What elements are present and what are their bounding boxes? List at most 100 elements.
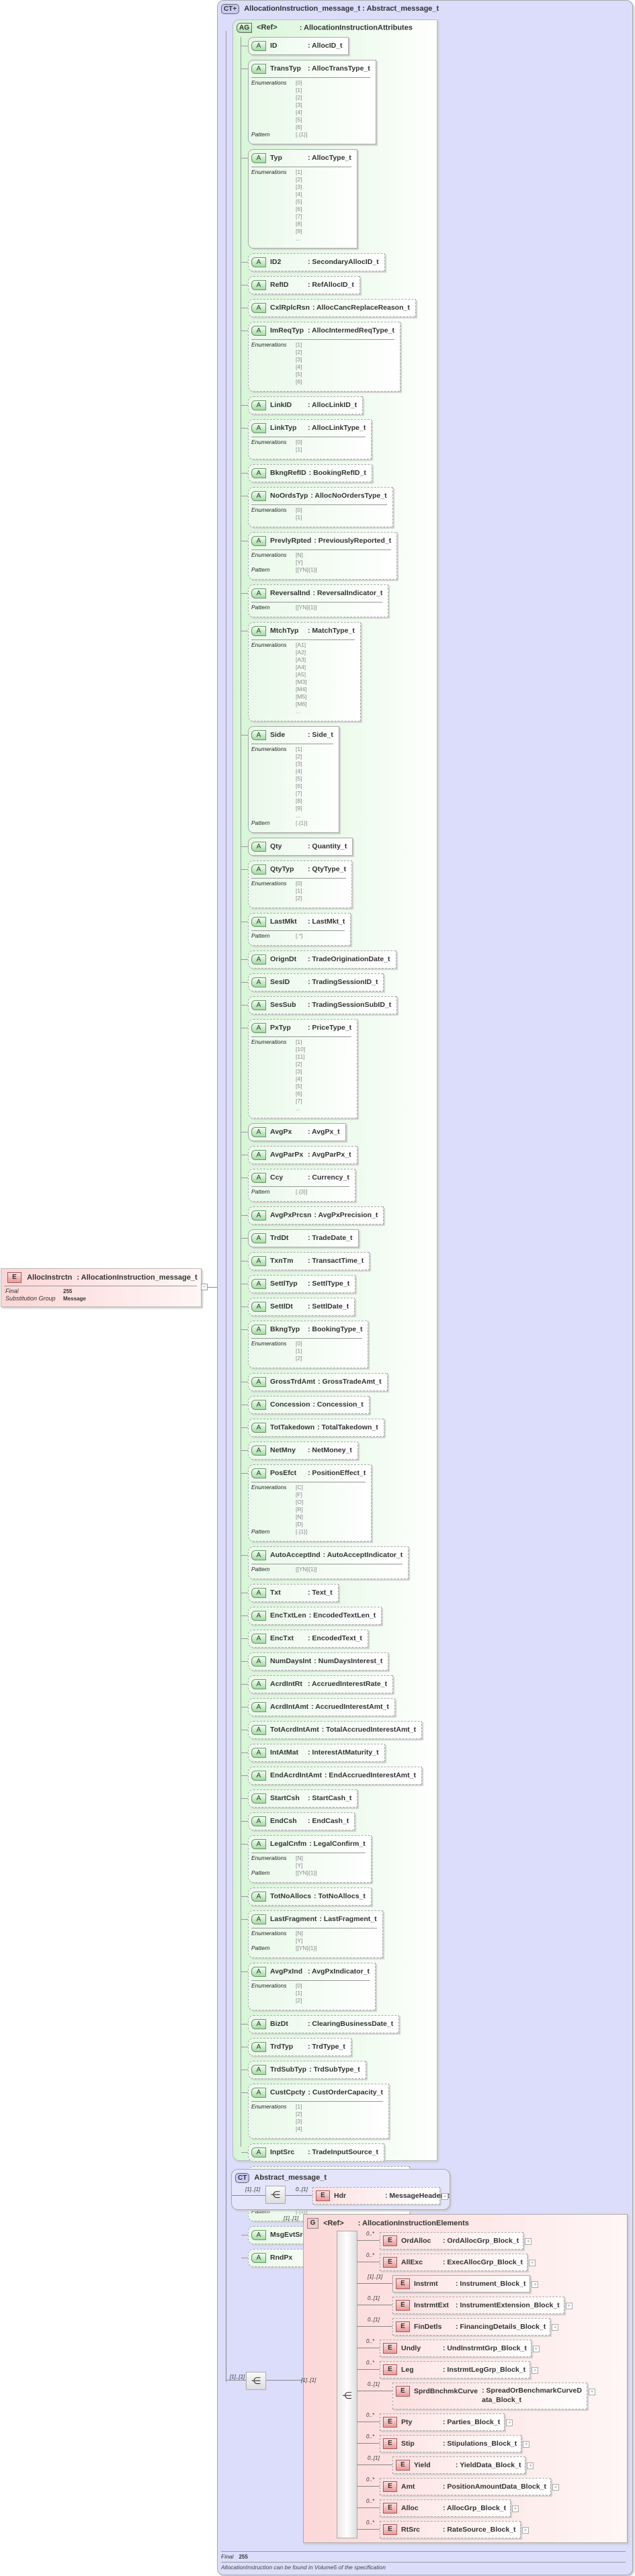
expand-icon[interactable]: + (441, 2193, 448, 2200)
expand-icon[interactable]: + (589, 2389, 596, 2395)
attribute-ccy[interactable]: A Ccy: Currency_t Pattern [.{3}] (241, 1169, 355, 1202)
expand-icon[interactable]: + (523, 2441, 530, 2448)
element-hdr[interactable]: E Hdr: MessageHeader_t + (312, 2187, 450, 2205)
attribute-endcsh[interactable]: A EndCsh: EndCash_t (241, 1812, 355, 1830)
attribute-lastfragment[interactable]: A LastFragment: LastFragment_t Enumeration… (241, 1910, 383, 1958)
attribute-settltyp[interactable]: A SettlTyp: SettlType_t (241, 1275, 356, 1293)
attribute-trddt[interactable]: A TrdDt: TradeDate_t (241, 1229, 359, 1247)
element-yield[interactable]: E Yield: YieldData_Block_t + (392, 2456, 534, 2474)
attribute-txt[interactable]: A Txt: Text_t (241, 1584, 339, 1602)
attribute-netmny[interactable]: A NetMny: NetMoney_t (241, 1441, 358, 1460)
element-allexc[interactable]: E AllExc: ExecAllocGrp_Block_t + (380, 2254, 536, 2271)
attribute-noordstyp[interactable]: A NoOrdsTyp: AllocNoOrdersType_t Enumerati… (241, 487, 393, 527)
attribute-bkngtyp[interactable]: A BkngTyp: BookingType_t Enumerations [0] [1… (241, 1321, 369, 1368)
attribute-avgpx[interactable]: A AvgPx: AvgPx_t (241, 1123, 346, 1141)
element-instrmtext[interactable]: E InstrmtExt: InstrumentExtension_Block_t… (392, 2297, 573, 2314)
attribute-trdtyp[interactable]: A TrdTyp: TrdType_t (241, 2038, 351, 2056)
attribute-autoacceptind[interactable]: A AutoAcceptInd: AutoAcceptIndicator_t Pat… (241, 1546, 409, 1579)
attribute-intatmat[interactable]: A IntAtMat: InterestAtMaturity_t (241, 1744, 385, 1762)
attribute-enctxt[interactable]: A EncTxt: EncodedText_t (241, 1630, 368, 1648)
outer-sequence-icon[interactable]: ⋲ (246, 2372, 266, 2390)
enumeration-values: [0] [1] (296, 439, 302, 453)
attribute-origndt[interactable]: A OrignDt: TradeOriginationDate_t (241, 950, 396, 969)
attribute-trdsubtyp[interactable]: A TrdSubTyp: TrdSubType_t (241, 2061, 366, 2079)
attribute-inptsrc[interactable]: A InptSrc: TradeInputSource_t (241, 2143, 385, 2162)
element-alloc[interactable]: E Alloc: AllocGrp_Block_t + (380, 2499, 519, 2517)
attribute-transtyp[interactable]: A TransTyp: AllocTransType_t Enumerations [… (241, 60, 376, 144)
expand-icon[interactable]: + (552, 2484, 560, 2491)
attribute-legalcnfm[interactable]: A LegalCnfm: LegalConfirm_t Enumerations [N… (241, 1835, 372, 1883)
element-findetls[interactable]: E FinDetls: FinancingDetails_Block_t + (392, 2318, 559, 2336)
expand-icon[interactable]: + (532, 2367, 539, 2374)
expand-icon[interactable]: + (529, 2260, 536, 2266)
attribute-imreqtyp[interactable]: A ImReqTyp: AllocIntermedReqType_t Enumera… (241, 322, 400, 392)
attribute-avgparpx[interactable]: A AvgParPx: AvgParPx_t (241, 1146, 357, 1164)
attribute-bizdt[interactable]: A BizDt: ClearingBusinessDate_t (241, 2015, 400, 2033)
attribute-tottakedown[interactable]: A TotTakedown: TotalTakedown_t (241, 1419, 384, 1437)
group-allocation-instruction-elements[interactable]: G <Ref> : AllocationInstructionElements … (301, 2214, 628, 2543)
group-sequence[interactable]: ⋲ (337, 2231, 357, 2538)
expand-icon[interactable]: + (506, 2419, 513, 2426)
attribute-bkngrefid[interactable]: A BkngRefID: BookingRefID_t (241, 464, 372, 482)
attribute-sesid[interactable]: A SesID: TradingSessionID_t (241, 973, 384, 991)
attribute-txntm[interactable]: A TxnTm: TransactTime_t (241, 1252, 370, 1270)
attribute-refid[interactable]: A RefID: RefAllocID_t (241, 276, 360, 294)
attribute-type: : AccruedInterestRate_t (308, 1680, 388, 1689)
element-pty[interactable]: E Pty: Parties_Block_t + (380, 2413, 513, 2431)
element-undly[interactable]: E Undly: UndInstrmtGrp_Block_t + (380, 2340, 540, 2357)
element-instrmt[interactable]: E Instrmt: Instrument_Block_t + (392, 2275, 539, 2293)
expand-icon[interactable]: + (512, 2505, 519, 2512)
attribute-custcpcty[interactable]: A CustCpcty: CustOrderCapacity_t Enumerati… (241, 2084, 389, 2139)
complex-type-abstract-message[interactable]: CT Abstract_message_t [1]..[1] ⋲ 0..[1] … (231, 2169, 450, 2210)
attribute-id[interactable]: A ID: AllocID_t (241, 37, 349, 55)
element-leg[interactable]: E Leg: InstrmtLegGrp_Block_t + (380, 2361, 539, 2379)
attribute-grosstrdamt[interactable]: A GrossTrdAmt: GrossTradeAmt_t (241, 1373, 388, 1391)
attribute-acrdintamt[interactable]: A AcrdIntAmt: AccruedInterestAmt_t (241, 1698, 395, 1716)
attribute-acrdintrt[interactable]: A AcrdIntRt: AccruedInterestRate_t (241, 1675, 394, 1693)
element-stip[interactable]: E Stip: Stipulations_Block_t + (380, 2435, 530, 2452)
attribute-avgpxprcsn[interactable]: A AvgPxPrcsn: AvgPxPrecision_t (241, 1206, 384, 1225)
attribute-side[interactable]: A Side: Side_t Enumerations [1] [2] [3] [4] [5]… (241, 726, 339, 833)
attribute-settldt[interactable]: A SettlDt: SettlDate_t (241, 1298, 355, 1316)
expand-icon[interactable]: + (521, 2527, 529, 2534)
attribute-lastmkt[interactable]: A LastMkt: LastMkt_t Pattern [.*] (241, 913, 351, 946)
attribute-pxtyp[interactable]: A PxTyp: PriceType_t Enumerations [1] [10] [1… (241, 1019, 358, 1118)
attribute-endacrdintamt[interactable]: A EndAcrdIntAmt: EndAccruedInterestAmt_t (241, 1767, 422, 1785)
attribute-concession[interactable]: A Concession: Concession_t (241, 1396, 370, 1414)
attribute-id2[interactable]: A ID2: SecondaryAllocID_t (241, 253, 385, 271)
element-sprdbnchmkcurve[interactable]: E SprdBnchmkCurve: SpreadOrBenchmarkCurve… (392, 2383, 596, 2409)
attribute-startcsh[interactable]: A StartCsh: StartCash_t (241, 1789, 358, 1808)
collapse-toggle-icon[interactable]: − (201, 1284, 208, 1290)
expand-icon[interactable]: + (527, 2462, 534, 2469)
attribute-linkid[interactable]: A LinkID: AllocLinkID_t (241, 396, 364, 414)
expand-icon[interactable]: + (532, 2346, 540, 2352)
attribute-prevlyrpted[interactable]: A PrevlyRpted: PreviouslyReported_t Enumer… (241, 532, 398, 580)
attribute-qtytyp[interactable]: A QtyTyp: QtyType_t Enumerations [0] [1] [2] (241, 860, 352, 908)
attribute-sessub[interactable]: A SesSub: TradingSessionSubID_t (241, 996, 398, 1014)
root-element-allocinstrctn[interactable]: E AllocInstrctn : AllocationInstruction_… (1, 1268, 202, 1307)
element-amt[interactable]: E Amt: PositionAmountData_Block_t + (380, 2478, 560, 2495)
expand-icon[interactable]: + (525, 2238, 532, 2245)
attribute-totnoallocs[interactable]: A TotNoAllocs: TotNoAllocs_t (241, 1887, 372, 1906)
attribute-avgpxind[interactable]: A AvgPxInd: AvgPxIndicator_t Enumerations [… (241, 1963, 376, 2010)
expand-icon[interactable]: + (532, 2281, 539, 2288)
attribute-posefct[interactable]: A PosEfct: PositionEffect_t Enumerations [C… (241, 1464, 372, 1542)
attribute-mtchtyp[interactable]: A MtchTyp: MatchType_t Enumerations [A1] [A2… (241, 622, 361, 721)
enumeration-value: [7] (296, 790, 302, 797)
attribute-reversalind[interactable]: A ReversalInd: ReversalIndicator_t Pattern… (241, 584, 389, 617)
element-ordalloc[interactable]: E OrdAlloc: OrdAllocGrp_Block_t + (380, 2232, 532, 2250)
attribute-typ[interactable]: A Typ: AllocType_t Enumerations [1] [2] [3] [4… (241, 149, 357, 249)
attribute-numdaysint[interactable]: A NumDaysInt: NumDaysInterest_t (241, 1652, 389, 1671)
attribute-qty[interactable]: A Qty: Quantity_t (241, 838, 353, 856)
expand-icon[interactable]: + (552, 2324, 559, 2331)
attribute-linktyp[interactable]: A LinkTyp: AllocLinkType_t Enumerations [0]… (241, 419, 372, 459)
sequence-icon[interactable]: ⋲ (265, 2186, 286, 2204)
pattern-label: Pattern (251, 819, 270, 826)
attribute-cxlrplcrsn[interactable]: A CxlRplcRsn: AllocCancReplaceReason_t (241, 299, 416, 317)
attribute-totacrdintamt[interactable]: A TotAcrdIntAmt: TotalAccruedInterestAmt_… (241, 1721, 423, 1739)
expand-icon[interactable]: + (565, 2303, 573, 2309)
attribute-group[interactable]: AG <Ref> : AllocationInstructionAttribut… (232, 19, 437, 2267)
element-rtsrc[interactable]: E RtSrc: RateSource_Block_t + (380, 2521, 529, 2538)
attribute-enctxtlen[interactable]: A EncTxtLen: EncodedTextLen_t (241, 1607, 382, 1625)
enumeration-value: [N] (296, 1513, 303, 1520)
